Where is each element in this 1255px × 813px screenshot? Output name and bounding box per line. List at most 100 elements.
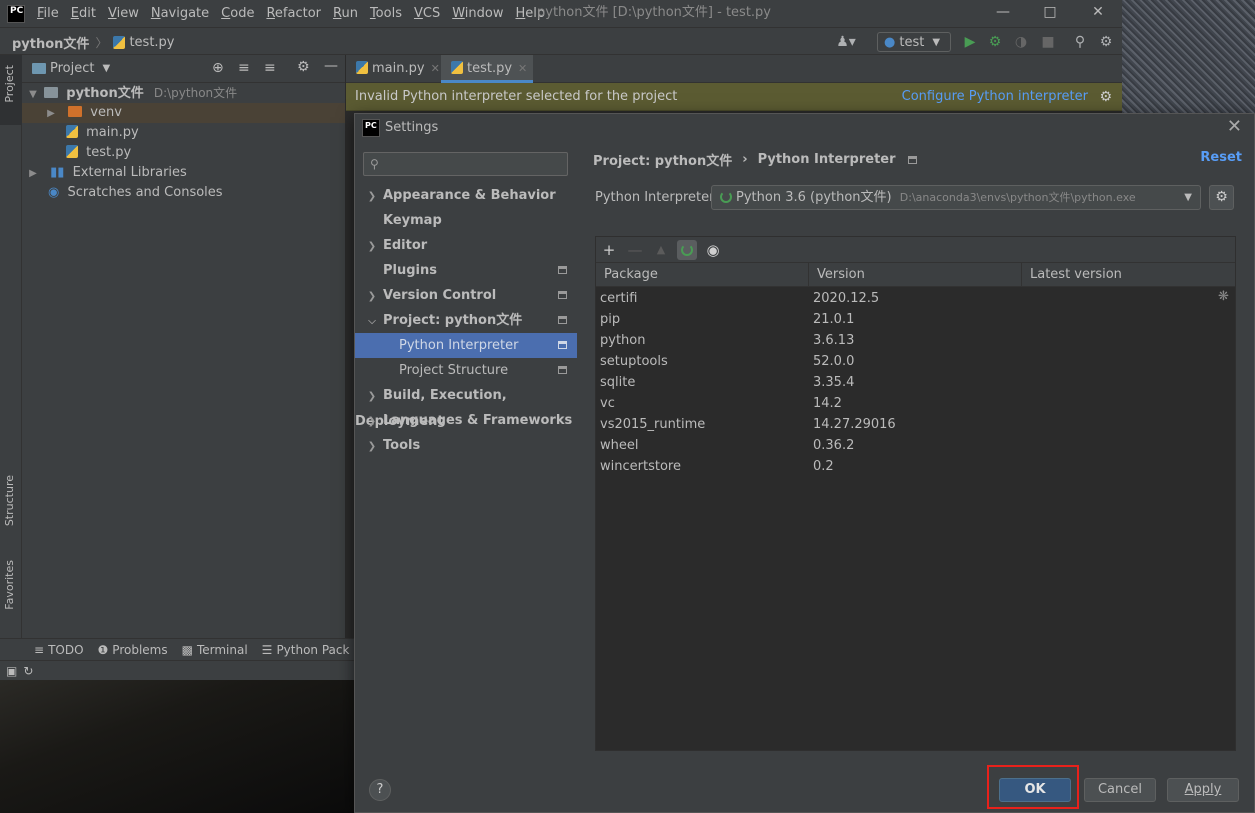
table-row[interactable]: pip 21.0.1	[596, 309, 1235, 330]
nav-plugins[interactable]: Plugins	[355, 258, 577, 283]
hide-panel-icon[interactable]: —	[324, 58, 338, 74]
interpreter-select[interactable]: Python 3.6 (python文件) D:\anaconda3\envs\…	[711, 185, 1201, 210]
locate-icon[interactable]: ⊕	[212, 60, 224, 76]
table-row[interactable]: vc 14.2	[596, 393, 1235, 414]
nav-languages-frameworks[interactable]: ❯ Languages & Frameworks	[355, 408, 577, 433]
close-icon[interactable]: ✕	[1227, 116, 1242, 137]
gear-icon[interactable]: ⚙	[297, 59, 310, 75]
menu-refactor[interactable]: Refactor	[260, 0, 327, 27]
tool-tab-favorites[interactable]: Favorites	[3, 560, 16, 610]
package-name: sqlite	[600, 375, 636, 390]
nav-project-structure[interactable]: Project Structure	[355, 358, 577, 383]
menu-run[interactable]: Run	[327, 0, 364, 27]
close-window-icon[interactable]: ✕	[1078, 0, 1118, 25]
search-icon: ⚲	[370, 157, 379, 171]
nav-tools[interactable]: ❯ Tools	[355, 433, 577, 458]
menu-tools[interactable]: Tools	[364, 0, 408, 27]
debug-icon[interactable]: ⚙	[985, 32, 1005, 52]
table-row[interactable]: vs2015_runtime 14.27.29016	[596, 414, 1235, 435]
layout-icon[interactable]: ▣	[6, 664, 17, 678]
ok-button[interactable]: OK	[999, 778, 1071, 802]
tool-tab-structure[interactable]: Structure	[3, 475, 16, 526]
add-package-icon[interactable]: +	[599, 240, 619, 260]
apply-button[interactable]: Apply	[1167, 778, 1239, 802]
close-tab-icon[interactable]: ✕	[518, 62, 527, 75]
menu-window[interactable]: Window	[446, 0, 509, 27]
stop-icon[interactable]: ■	[1038, 32, 1058, 52]
coverage-icon[interactable]: ◑	[1011, 32, 1031, 52]
menu-navigate[interactable]: Navigate	[145, 0, 215, 27]
settings-gear-icon[interactable]: ⚙	[1096, 32, 1116, 52]
menu-edit[interactable]: Edit	[65, 0, 102, 27]
status-bar: ▣ ↻	[0, 660, 354, 680]
nav-keymap[interactable]: Keymap	[355, 208, 577, 233]
tool-tab-problems[interactable]: Problems	[112, 643, 167, 657]
table-row[interactable]: wheel 0.36.2	[596, 435, 1235, 456]
banner-gear-icon[interactable]: ⚙	[1099, 89, 1112, 105]
tab-main-py[interactable]: main.py ✕	[346, 55, 446, 83]
tool-tab-terminal[interactable]: Terminal	[197, 643, 248, 657]
nav-appearance-behavior[interactable]: ❯ Appearance & Behavior	[355, 183, 577, 208]
nav-editor[interactable]: ❯ Editor	[355, 233, 577, 258]
project-panel-title[interactable]: Project	[50, 61, 94, 76]
upgrade-package-icon[interactable]: ▲	[651, 240, 671, 260]
table-row[interactable]: wincertstore 0.2	[596, 456, 1235, 477]
tree-item-main-py[interactable]: main.py	[22, 123, 345, 143]
nav-python-interpreter[interactable]: Python Interpreter	[355, 333, 577, 358]
package-name: wheel	[600, 438, 639, 453]
collapse-all-icon[interactable]: ≡	[264, 60, 276, 76]
table-row[interactable]: python 3.6.13	[596, 330, 1235, 351]
settings-nav: ⚲ ❯ Appearance & Behavior Keymap ❯ Editor …	[355, 142, 577, 764]
column-package[interactable]: Package	[596, 263, 809, 287]
close-tab-icon[interactable]: ✕	[431, 62, 440, 75]
tree-item-external-libraries[interactable]: ▶ ▮▮ External Libraries	[22, 163, 345, 183]
search-icon[interactable]: ⚲	[1070, 32, 1090, 52]
help-button[interactable]: ?	[369, 779, 391, 801]
menu-view[interactable]: View	[102, 0, 145, 27]
breadcrumb-project[interactable]: python文件	[12, 33, 89, 52]
project-settings-icon	[907, 155, 917, 164]
tree-item-scratches[interactable]: ◉ Scratches and Consoles	[22, 183, 345, 203]
column-latest-version[interactable]: Latest version	[1022, 263, 1235, 287]
collapsed-arrow-icon: ▶	[47, 108, 55, 119]
tool-tab-python-packages[interactable]: Python Pack	[276, 643, 349, 657]
table-row[interactable]: certifi 2020.12.5	[596, 288, 1235, 309]
conda-toggle-icon[interactable]	[677, 240, 697, 260]
tree-item-test-py[interactable]: test.py	[22, 143, 345, 163]
tool-tab-project[interactable]: Project	[3, 65, 16, 103]
chevron-down-icon[interactable]: ▼	[102, 63, 110, 74]
cancel-button[interactable]: Cancel	[1084, 778, 1156, 802]
tab-test-py[interactable]: test.py ✕	[441, 55, 534, 83]
nav-version-control[interactable]: ❯ Version Control	[355, 283, 577, 308]
tree-item-venv[interactable]: ▶ venv	[22, 103, 345, 123]
maximize-icon[interactable]: □	[1030, 0, 1070, 25]
tree-root[interactable]: ▼ python文件 D:\python文件	[22, 83, 345, 103]
menu-code[interactable]: Code	[215, 0, 260, 27]
menu-file[interactable]: File	[31, 0, 65, 27]
settings-search-input[interactable]: ⚲	[363, 152, 568, 176]
package-name: vs2015_runtime	[600, 417, 706, 432]
configure-interpreter-link[interactable]: Configure Python interpreter	[902, 83, 1088, 111]
expand-all-icon[interactable]: ≡	[238, 60, 250, 76]
nav-project[interactable]: ⌵ Project: python文件	[355, 308, 577, 333]
menu-vcs[interactable]: VCS	[408, 0, 446, 27]
reset-link[interactable]: Reset	[1200, 150, 1242, 165]
remove-package-icon[interactable]: —	[625, 240, 645, 260]
scratches-icon: ◉	[48, 185, 60, 200]
table-row[interactable]: sqlite 3.35.4	[596, 372, 1235, 393]
nav-build-execution-deployment[interactable]: ❯ Build, Execution, Deployment	[355, 383, 577, 429]
breadcrumb-page: Python Interpreter	[757, 152, 896, 167]
tree-item-label: Scratches and Consoles	[67, 185, 223, 200]
show-early-releases-icon[interactable]: ◉	[703, 240, 723, 260]
breadcrumb-file[interactable]: test.py	[129, 35, 174, 50]
column-version[interactable]: Version	[809, 263, 1022, 287]
user-icon[interactable]: ♟▾	[832, 32, 860, 52]
table-row[interactable]: setuptools 52.0.0	[596, 351, 1235, 372]
run-icon[interactable]: ▶	[960, 32, 980, 52]
minimize-icon[interactable]: —	[983, 0, 1023, 25]
tool-tab-todo[interactable]: TODO	[48, 643, 83, 657]
package-table-header: Package Version Latest version	[596, 263, 1235, 287]
run-config-select[interactable]: ● test ▼	[877, 32, 951, 52]
interpreter-gear-button[interactable]: ⚙	[1209, 185, 1234, 210]
project-panel: Project ▼ ⊕ ≡ ≡ ⚙ — ▼ python文件 D:\python…	[22, 55, 345, 638]
